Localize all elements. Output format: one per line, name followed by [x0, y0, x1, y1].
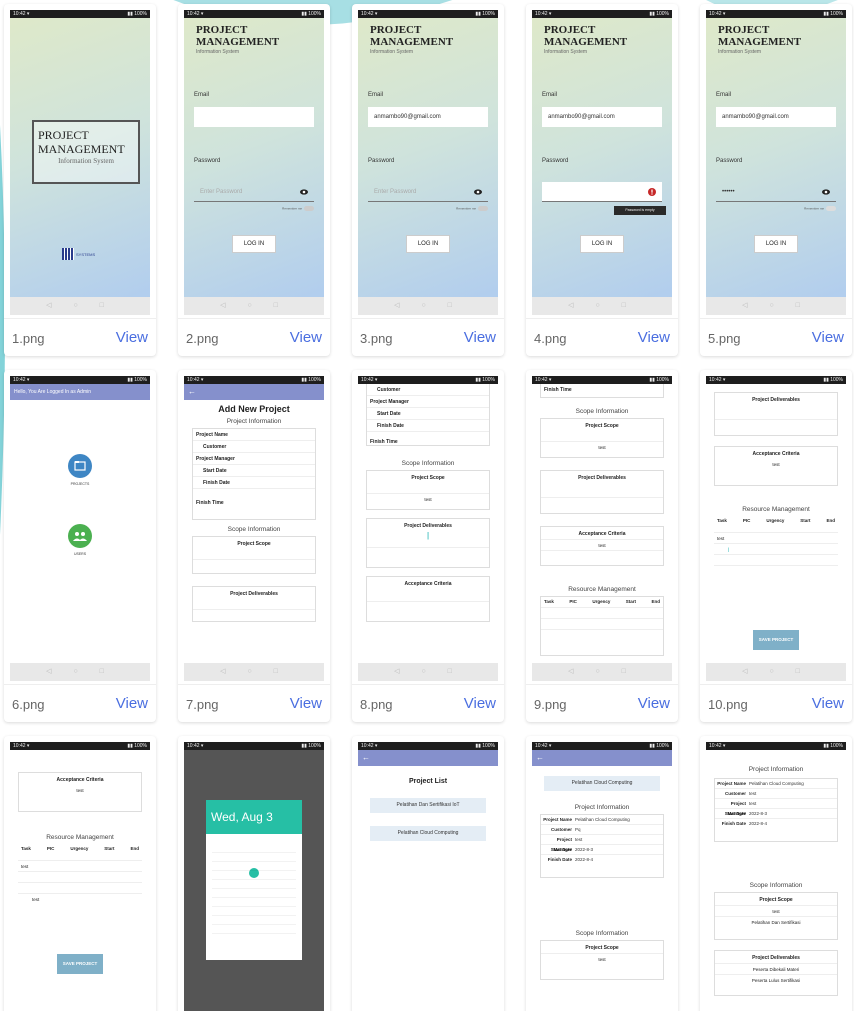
splash-screen: 10:42 ▾ ▮▮ 100% PROJECT MANAGEMENT Infor… [10, 10, 150, 315]
screenshot-card-11: 10:42 ▾ ▮▮ 100% Acceptance Criteria test… [4, 736, 156, 1011]
email-label: Email [194, 92, 210, 98]
password-field[interactable] [542, 182, 662, 202]
view-link[interactable]: View [812, 329, 844, 346]
calendar-grid[interactable] [212, 844, 296, 934]
password-field[interactable]: •••••• [716, 182, 836, 202]
menu-header: Hello, You Are Logged In as Admin [10, 384, 150, 400]
screenshot-card-13: 10:42 ▾ ▮▮ 100% ← Project List Pelatihan… [352, 736, 504, 1011]
date-picker-screen: 10:42 ▾ ▮▮ 100% Wed, Aug 3 [184, 742, 324, 1011]
users-button[interactable] [68, 524, 92, 548]
email-field[interactable]: anmambo90@gmail.com [368, 107, 488, 127]
password-field[interactable]: Enter Password [194, 182, 314, 202]
view-link[interactable]: View [290, 329, 322, 346]
screenshot-card-12: 10:42 ▾ ▮▮ 100% Wed, Aug 3 [178, 736, 330, 1011]
view-link[interactable]: View [290, 695, 322, 712]
back-arrow-icon[interactable]: ← [536, 753, 544, 762]
eye-icon[interactable] [300, 188, 308, 196]
login-button[interactable]: LOG IN [580, 235, 624, 253]
password-label: Password [194, 158, 221, 164]
status-bar: 10:42 ▾ ▮▮ 100% [10, 10, 150, 18]
splash-logo-box: PROJECT MANAGEMENT Information System [32, 120, 140, 184]
view-link[interactable]: View [812, 695, 844, 712]
email-field[interactable]: anmambo90@gmail.com [716, 107, 836, 127]
back-arrow-icon[interactable]: ← [188, 387, 196, 396]
view-link[interactable]: View [116, 695, 148, 712]
menu-screen: 10:42 ▾ ▮▮ 100% Hello, You Are Logged In… [10, 376, 150, 681]
screenshot-card-9: 10:42 ▾ ▮▮ 100% Finish Time Scope Inform… [526, 370, 678, 722]
screenshot-card-7: 10:42 ▾ ▮▮ 100% ← Add New Project Projec… [178, 370, 330, 722]
date-picker-header: Wed, Aug 3 [206, 800, 302, 834]
company-logo: SYSTEMS [62, 248, 95, 260]
screenshot-card-2: 10:42 ▾ ▮▮ 100% PROJECT MANAGEMENT Inform… [178, 4, 330, 356]
screenshot-card-4: 10:42 ▾ ▮▮ 100% PROJECT MANAGEMENT Inform… [526, 4, 678, 356]
login-screen: 10:42 ▾ ▮▮ 100% PROJECT MANAGEMENT Inform… [184, 10, 324, 315]
projects-button[interactable] [68, 454, 92, 478]
splash-subtitle: Information System [58, 157, 114, 165]
email-field[interactable] [194, 107, 314, 127]
screenshot-card-1: 10:42 ▾ ▮▮ 100% PROJECT MANAGEMENT Infor… [4, 4, 156, 356]
android-nav-bar: ◁ ○ □ [10, 297, 150, 315]
project-info-form: Project Name Customer Project Manager St… [192, 428, 316, 520]
users-icon [73, 532, 87, 541]
password-field[interactable]: Enter Password [368, 182, 488, 202]
email-field[interactable]: anmambo90@gmail.com [542, 107, 662, 127]
text-cursor[interactable]: | [367, 531, 489, 547]
view-link[interactable]: View [638, 329, 670, 346]
screenshot-card-14: 10:42 ▾ ▮▮ 100% ← Pelatihan Cloud Comput… [526, 736, 678, 1011]
view-link[interactable]: View [464, 695, 496, 712]
save-project-button[interactable]: SAVE PROJECT [753, 630, 799, 650]
back-header[interactable]: ← [358, 750, 498, 766]
list-item[interactable]: Pelatihan Dan Sertifikasi IoT [370, 798, 486, 813]
back-header[interactable]: ← [184, 384, 324, 400]
app-title: PROJECT MANAGEMENT [196, 24, 280, 48]
add-project-screen: 10:42 ▾ ▮▮ 100% ← Add New Project Projec… [184, 376, 324, 681]
login-button[interactable]: LOG IN [754, 235, 798, 253]
page-title: Project List [408, 778, 448, 785]
save-project-button[interactable]: SAVE PROJECT [57, 954, 103, 974]
back-arrow-icon[interactable]: ← [362, 753, 370, 762]
file-name: 1.png [12, 331, 45, 346]
screenshot-card-15: 10:42 ▾ ▮▮ 100% Project Information Proj… [700, 736, 852, 1011]
view-link[interactable]: View [638, 695, 670, 712]
login-button[interactable]: LOG IN [406, 235, 450, 253]
view-link[interactable]: View [116, 329, 148, 346]
remember-toggle[interactable]: Remember me [282, 206, 314, 211]
login-button[interactable]: LOG IN [232, 235, 276, 253]
screenshot-card-10: 10:42 ▾ ▮▮ 100% Project Deliverables Acc… [700, 370, 852, 722]
folder-icon [74, 461, 86, 471]
eye-icon[interactable] [474, 188, 482, 196]
error-tooltip: Password is empty [614, 206, 666, 215]
error-icon [648, 188, 656, 196]
resource-columns: Task PIC Urgency Start End [544, 599, 660, 604]
screenshot-card-5: 10:42 ▾ ▮▮ 100% PROJECT MANAGEMENT Inform… [700, 4, 852, 356]
list-item[interactable]: Pelatihan Cloud Computing [370, 826, 486, 841]
screenshot-card-8: 10:42 ▾ ▮▮ 100% Customer Project Manager… [352, 370, 504, 722]
eye-icon[interactable] [822, 188, 830, 196]
splash-title: PROJECT MANAGEMENT [38, 128, 125, 156]
screenshot-card-6: 10:42 ▾ ▮▮ 100% Hello, You Are Logged In… [4, 370, 156, 722]
app-subtitle: Information System [196, 49, 240, 55]
date-picker-dialog: Wed, Aug 3 [206, 800, 302, 960]
screenshot-card-3: 10:42 ▾ ▮▮ 100% PROJECT MANAGEMENT Inform… [352, 4, 504, 356]
page-title: Add New Project [218, 404, 290, 414]
project-detail-screen: 10:42 ▾ ▮▮ 100% ← Pelatihan Cloud Comput… [532, 742, 672, 1011]
project-name-banner: Pelatihan Cloud Computing [544, 776, 660, 791]
project-list-screen: 10:42 ▾ ▮▮ 100% ← Project List Pelatihan… [358, 742, 498, 1011]
view-link[interactable]: View [464, 329, 496, 346]
